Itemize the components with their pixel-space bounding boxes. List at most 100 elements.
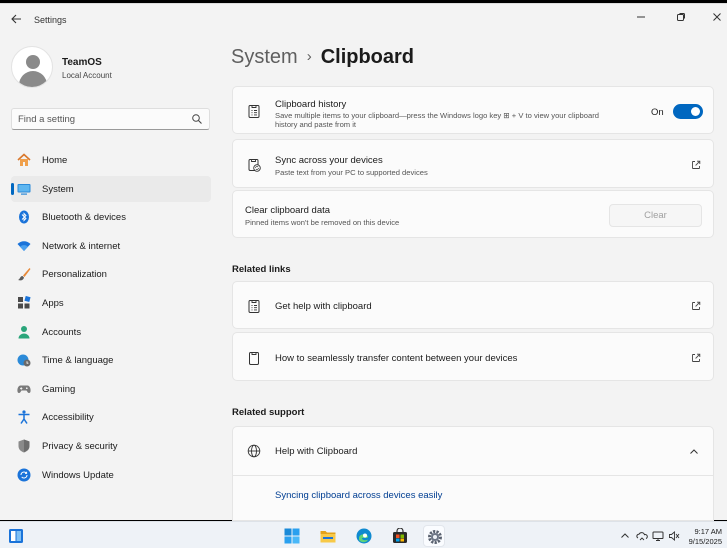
system-clock[interactable]: 9:17 AM 9/15/2025 [688,527,722,547]
arrow-left-icon [10,14,21,24]
clear-button[interactable]: Clear [609,204,702,227]
monitor-icon[interactable] [652,530,664,542]
help-panel-title[interactable]: Help with Clipboard [275,446,357,457]
clipboard-sync-icon [248,159,261,172]
sidebar-item-apps[interactable]: Apps [11,290,211,316]
clipboard-history-description: Save multiple items to your clipboard—pr… [275,111,599,129]
start-button[interactable] [281,525,303,547]
external-link-icon [692,160,701,169]
title-bar: Settings [0,4,727,36]
globe-clock-icon [17,354,31,367]
sidebar-item-label: Personalization [42,269,107,281]
sidebar-item-label: System [42,183,74,195]
sidebar-item-windows-update[interactable]: Windows Update [11,462,211,488]
wifi-icon [17,241,31,251]
sidebar-item-personalization[interactable]: Personalization [11,261,211,287]
system-icon [17,183,31,195]
settings-app-button[interactable] [423,525,445,547]
sync-devices-card[interactable]: Sync across your devices Paste text from… [232,139,714,188]
profile-account-type: Local Account [62,71,112,80]
related-link-item[interactable]: Get help with clipboard [232,281,714,329]
accounts-icon [18,325,30,339]
volume-muted-icon[interactable] [668,530,680,542]
cloud-sync-icon[interactable] [636,530,648,542]
restore-icon [677,13,685,21]
sidebar-item-bluetooth[interactable]: Bluetooth & devices [11,204,211,230]
sidebar-item-system[interactable]: System [11,175,211,202]
clipboard-history-title: Clipboard history [275,99,347,110]
breadcrumb-separator: › [306,48,312,65]
close-icon [713,13,721,21]
apps-icon [18,295,31,309]
home-icon [17,153,31,166]
breadcrumb-parent[interactable]: System [231,46,298,68]
external-link-icon [692,301,701,310]
gamepad-icon [17,385,31,393]
related-support-heading: Related support [232,407,305,418]
sidebar-item-label: Windows Update [42,469,114,481]
edge-browser-button[interactable] [353,525,375,547]
clock-date: 9/15/2025 [688,537,722,546]
chevron-up-icon[interactable] [619,530,631,542]
clear-clipboard-description: Pinned items won't be removed on this de… [245,218,400,227]
toggle-state-label: On [651,107,664,118]
clipboard-icon [249,352,259,365]
sidebar-item-gaming[interactable]: Gaming [11,376,211,402]
windows-logo-icon [284,528,300,544]
maximize-button[interactable] [668,8,694,30]
search-icon[interactable] [191,113,203,125]
sidebar-item-accessibility[interactable]: Accessibility [11,404,211,430]
sidebar-item-home[interactable]: Home [11,147,211,173]
breadcrumb: System › Clipboard [231,46,414,69]
clock-time: 9:17 AM [694,527,722,536]
clipboard-list-icon [248,105,260,118]
sidebar-item-label: Privacy & security [42,440,118,452]
sync-devices-title: Sync across your devices [275,155,383,166]
clear-clipboard-card: Clear clipboard data Pinned items won't … [232,190,714,238]
sidebar-item-label: Apps [42,297,64,309]
folder-icon [320,531,336,543]
globe-icon [247,444,261,458]
divider [233,475,713,476]
accessibility-icon [18,410,30,425]
minimize-button[interactable] [628,8,654,30]
related-link-label: Get help with clipboard [275,301,372,312]
close-button[interactable] [704,8,727,30]
back-button[interactable] [6,11,26,29]
page-title: Clipboard [320,46,415,68]
related-link-item[interactable]: How to seamlessly transfer content betwe… [232,332,714,381]
sidebar-item-accounts[interactable]: Accounts [11,319,211,345]
clipboard-list-icon [248,300,260,313]
search-box [11,108,210,130]
avatar [11,46,53,88]
update-icon [17,468,31,482]
related-link-label: How to seamlessly transfer content betwe… [275,353,518,364]
help-with-clipboard-panel: Help with Clipboard Syncing clipboard ac… [232,426,714,521]
clipboard-history-toggle[interactable] [673,104,703,119]
store-icon [393,528,407,543]
widgets-icon[interactable] [8,528,24,544]
profile-name: TeamOS [62,57,102,68]
sidebar-item-label: Gaming [42,383,76,395]
clipboard-history-card: Clipboard history Save multiple items to… [232,86,714,134]
sync-devices-description: Paste text from your PC to supported dev… [275,168,428,177]
file-explorer-button[interactable] [317,525,339,547]
toggle-knob [691,107,700,116]
sidebar-item-time-language[interactable]: Time & language [11,347,211,373]
gear-icon [428,530,442,544]
sidebar-item-label: Bluetooth & devices [42,212,126,224]
sidebar-item-privacy[interactable]: Privacy & security [11,433,211,459]
search-input[interactable] [18,112,188,126]
help-link[interactable]: Syncing clipboard across devices easily [275,490,442,501]
sidebar-item-label: Accounts [42,326,82,338]
chevron-up-icon[interactable] [689,447,699,457]
clear-clipboard-title: Clear clipboard data [245,205,331,216]
sidebar-item-label: Home [42,155,68,166]
sidebar-item-label: Network & internet [42,240,121,252]
sidebar-item-label: Time & language [42,355,114,367]
related-links-heading: Related links [232,264,291,275]
sidebar-item-network[interactable]: Network & internet [11,233,211,259]
minimize-icon [637,16,645,18]
brush-icon [18,268,31,281]
store-button[interactable] [389,525,411,547]
